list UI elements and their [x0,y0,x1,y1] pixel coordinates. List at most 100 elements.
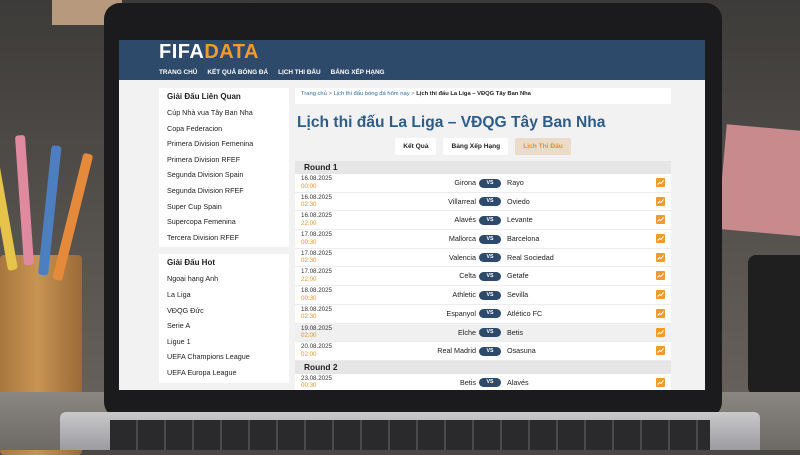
laptop-keyboard [110,420,710,450]
away-team[interactable]: Barcelona [507,234,539,243]
home-team[interactable]: Athletic [452,290,476,299]
home-team[interactable]: Espanyol [446,309,476,318]
vs-badge: VS [479,178,501,188]
match-row[interactable]: 17.08.2025 02:30 Valencia VS Real Sociedad [295,249,671,268]
hot-league-link[interactable]: Ligue 1 [167,334,289,350]
match-date: 16.08.2025 [301,212,332,220]
sticky-note-pink [717,124,800,237]
match-row[interactable]: 19.08.2025 02:00 Elche VS Betis [295,323,671,343]
match-datetime: 17.08.2025 22:00 [301,268,332,283]
stats-icon[interactable] [656,327,665,337]
league-link[interactable]: Primera Division RFEF [167,152,289,168]
view-tabs: Kết Quả Bảng Xếp Hạng Lịch Thi Đấu [295,138,671,155]
hot-league-link[interactable]: Serie A [167,318,289,334]
stats-icon[interactable] [656,290,665,300]
match-time: 02:30 [301,257,317,265]
away-team[interactable]: Alavés [507,378,529,387]
match-row[interactable]: 18.08.2025 00:30 Athletic VS Sevilla [295,286,671,305]
breadcrumb-current: Lịch thi đấu La Liga – VĐQG Tây Ban Nha [416,91,531,97]
match-row[interactable]: 18.08.2025 02:30 Espanyol VS Atlético FC [295,305,671,324]
home-team[interactable]: Celta [459,271,476,280]
away-team[interactable]: Rayo [507,178,524,187]
hot-league-link[interactable]: La Liga [167,287,289,303]
tab-schedule[interactable]: Lịch Thi Đấu [515,138,571,155]
breadcrumb-home[interactable]: Trang chủ [301,91,327,97]
hot-league-link[interactable]: UEFA Champions League [167,349,289,365]
match-time: 00:30 [301,382,317,390]
coffee-mug [748,255,800,395]
match-row[interactable]: 17.08.2025 00:30 Mallorca VS Barcelona [295,230,671,249]
match-datetime: 16.08.2025 00:00 [301,175,332,190]
match-row[interactable]: 23.08.2025 00:30 Betis VS Alavés [295,374,671,390]
stats-icon[interactable] [656,271,665,281]
league-link[interactable]: Cúp Nhà vua Tây Ban Nha [167,105,289,121]
away-team[interactable]: Betis [507,328,523,337]
match-datetime: 17.08.2025 02:30 [301,250,332,265]
stats-icon[interactable] [656,346,665,356]
hot-league-link[interactable]: UEFA Europa League [167,365,289,381]
home-team[interactable]: Betis [460,378,476,387]
match-time: 02:30 [301,201,317,209]
match-row[interactable]: 16.08.2025 22:00 Alavés VS Levante [295,211,671,231]
away-team[interactable]: Real Sociedad [507,253,554,262]
nav-standings[interactable]: BẢNG XẾP HẠNG [331,69,385,76]
home-team[interactable]: Valencia [449,253,476,262]
hot-league-link[interactable]: Ngoại hạng Anh [167,271,289,287]
nav-home[interactable]: TRANG CHỦ [159,69,197,76]
nav-results[interactable]: KẾT QUẢ BÓNG ĐÁ [207,69,268,76]
home-team[interactable]: Real Madrid [437,346,476,355]
round2-matches: 23.08.202500:30 BetisVS Alavés23.08.2025 VS [295,374,671,390]
stats-icon[interactable] [656,308,665,318]
league-link[interactable]: Copa Federacion [167,121,289,137]
league-link[interactable]: Tercera Division RFEF [167,230,289,246]
match-time: 02:00 [301,350,317,358]
match-datetime: 18.08.2025 02:30 [301,306,332,321]
match-time: 02:30 [301,313,317,321]
match-row[interactable]: 16.08.2025 00:00 Girona VS Rayo [295,174,671,193]
match-datetime: 18.08.2025 00:30 [301,287,332,302]
breadcrumb-parent[interactable]: Lịch thi đấu bóng đá hôm nay [334,91,410,97]
home-team[interactable]: Girona [454,178,476,187]
match-row[interactable]: 17.08.2025 22:00 Celta VS Getafe [295,267,671,287]
match-row[interactable]: 20.08.2025 02:00 Real Madrid VS Osasuna [295,342,671,361]
round-header: Round 1 [295,161,671,174]
vs-badge: VS [479,253,501,263]
away-team[interactable]: Getafe [507,271,529,280]
match-date: 16.08.2025 [301,193,332,201]
league-link[interactable]: Supercopa Femenina [167,214,289,230]
league-link[interactable]: Super Cup Spain [167,199,289,215]
away-team[interactable]: Sevilla [507,290,528,299]
related-leagues-box: Giải Đấu Liên Quan Cúp Nhà vua Tây Ban N… [159,88,289,248]
stats-icon[interactable] [656,215,665,225]
logo-part2: DATA [204,41,259,63]
match-datetime: 20.08.2025 02:00 [301,343,332,358]
home-team[interactable]: Elche [458,328,476,337]
stats-icon[interactable] [656,196,665,206]
page-title: Lịch thi đấu La Liga – VĐQG Tây Ban Nha [297,114,606,131]
nav-schedule[interactable]: LỊCH THI ĐẤU [278,69,321,76]
league-link[interactable]: Segunda Division Spain [167,167,289,183]
stats-icon[interactable] [656,377,665,387]
site-logo[interactable]: FIFADATA [159,41,259,64]
tab-results[interactable]: Kết Quả [395,138,437,155]
home-team[interactable]: Alavés [454,215,476,224]
stats-icon[interactable] [656,178,665,187]
vs-badge: VS [479,309,501,319]
tab-standings[interactable]: Bảng Xếp Hạng [443,138,509,155]
league-link[interactable]: Segunda Division RFEF [167,183,289,199]
league-link[interactable]: Primera Division Femenina [167,136,289,152]
home-team[interactable]: Mallorca [449,234,476,243]
round1-matches: 16.08.2025 00:00 Girona VS Rayo 16.08.2025 02:… [295,174,671,361]
away-team[interactable]: Oviedo [507,197,530,206]
away-team[interactable]: Atlético FC [507,309,542,318]
away-team[interactable]: Levante [507,215,533,224]
match-datetime: 19.08.2025 02:00 [301,325,332,340]
hot-leagues-box: Giải Đấu Hot Ngoại hạng Anh La Liga VĐQG… [159,254,289,383]
hot-league-link[interactable]: VĐQG Đức [167,303,289,319]
match-date: 16.08.2025 [301,175,332,182]
match-row[interactable]: 16.08.2025 02:30 Villarreal VS Oviedo [295,193,671,212]
stats-icon[interactable] [656,234,665,244]
stats-icon[interactable] [656,252,665,262]
away-team[interactable]: Osasuna [507,346,536,355]
home-team[interactable]: Villarreal [448,197,476,206]
